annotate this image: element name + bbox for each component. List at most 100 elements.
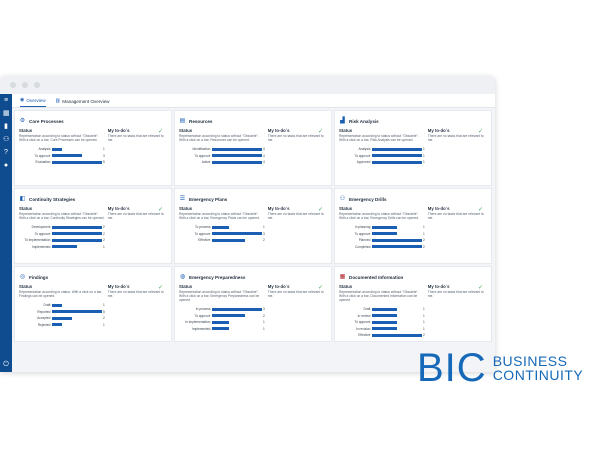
bar[interactable]	[372, 147, 422, 151]
bar-track	[52, 154, 101, 158]
bar[interactable]	[372, 333, 422, 337]
people-icon[interactable]: ⚇	[3, 136, 9, 143]
bar-row[interactable]: Implemented 1	[179, 326, 265, 333]
status-column: Status Representation according to status…	[339, 206, 428, 250]
bar[interactable]	[212, 327, 229, 331]
menu-icon[interactable]: ≡	[3, 97, 9, 104]
status-bar-chart: To process 1 To approve 3 Effective 2	[179, 224, 265, 244]
sidebar: ≡ ▦ ▮ ⚇ ? ● ⏻	[0, 94, 12, 372]
bar-row[interactable]: Completed 2	[339, 244, 425, 251]
bar-row[interactable]: Evaluation 5	[19, 159, 105, 166]
bar-row[interactable]: Approved 1	[339, 159, 425, 166]
bar[interactable]	[372, 314, 397, 318]
bar[interactable]	[52, 316, 73, 320]
bar-track	[52, 160, 102, 164]
bar-label: Effective	[358, 333, 371, 338]
bar[interactable]	[372, 238, 422, 242]
bar-label: Implemented	[191, 326, 211, 331]
bar[interactable]	[372, 320, 397, 324]
bar[interactable]	[52, 245, 77, 249]
bar-count: 1	[423, 160, 425, 165]
bar-track	[212, 327, 261, 331]
bar[interactable]	[52, 310, 102, 314]
power-icon[interactable]: ⏻	[3, 361, 9, 368]
card-body: Status Representation according to status…	[339, 128, 487, 166]
tab-management-overview[interactable]: ▥ Management Overview	[56, 98, 110, 107]
todo-text: There are no tasks that are relevant to …	[427, 290, 484, 298]
window-titlebar	[0, 76, 495, 94]
window-dot-maximize[interactable]	[34, 82, 40, 88]
bar-count: 3	[103, 153, 105, 158]
bar[interactable]	[52, 303, 63, 307]
card-header: ▟ Risk Analysis	[339, 117, 487, 125]
card-body: Status Representation according to status…	[19, 128, 167, 166]
bar-track	[212, 307, 262, 311]
card-title[interactable]: Core Processes	[29, 119, 64, 124]
chart-icon[interactable]: ▮	[3, 123, 9, 130]
bar-track	[372, 225, 421, 229]
bar[interactable]	[372, 232, 397, 236]
tab-overview[interactable]: ◉ Overview	[20, 97, 46, 107]
bar[interactable]	[212, 147, 262, 151]
bar-row[interactable]: Rejected 1	[19, 322, 105, 329]
bar[interactable]	[52, 232, 102, 236]
bar[interactable]	[52, 238, 102, 242]
bar[interactable]	[212, 314, 246, 318]
bar-label: In implementation	[185, 320, 211, 325]
grid-icon[interactable]: ▦	[3, 110, 10, 117]
bar-track	[212, 232, 262, 236]
bar-label: Completed	[355, 244, 371, 249]
bar[interactable]	[212, 320, 229, 324]
bar[interactable]	[212, 238, 246, 242]
card-title[interactable]: Emergency Plans	[189, 197, 227, 202]
bar[interactable]	[372, 160, 422, 164]
bar[interactable]	[52, 154, 82, 158]
user-icon[interactable]: ●	[3, 162, 9, 169]
bar[interactable]	[372, 307, 397, 311]
bar-label: Implemented	[31, 244, 51, 249]
card-title[interactable]: Continuity Strategies	[29, 197, 75, 202]
bar-count: 3	[263, 231, 265, 236]
bar[interactable]	[52, 160, 102, 164]
card-header: ⚇ Emergency Drills	[339, 195, 487, 203]
bar-row[interactable]: Implemented 1	[19, 244, 105, 251]
logo-bic: BIC	[417, 346, 487, 390]
bar[interactable]	[372, 327, 397, 331]
bar[interactable]	[212, 160, 262, 164]
status-column: Status Representation according to status…	[19, 206, 108, 250]
bar[interactable]	[372, 225, 397, 229]
bar[interactable]	[212, 232, 262, 236]
status-description: Representation according to status witho…	[179, 290, 260, 302]
card-title[interactable]: Documented Information	[349, 275, 403, 280]
card-title[interactable]: Risk Analysis	[349, 119, 379, 124]
bar[interactable]	[212, 154, 262, 158]
bar-row[interactable]: Effective 2	[339, 332, 425, 339]
bar[interactable]	[52, 323, 63, 327]
bar[interactable]	[212, 225, 229, 229]
bar-track	[372, 232, 421, 236]
app-window: ≡ ▦ ▮ ⚇ ? ● ⏻ ◉ Overview ▥ Management Ov…	[0, 76, 495, 372]
card-body: Status Representation according to status…	[179, 128, 327, 166]
card-title[interactable]: Findings	[29, 275, 48, 280]
bar-row[interactable]: Effective 2	[179, 237, 265, 244]
window-dot-close[interactable]	[10, 82, 16, 88]
bar[interactable]	[52, 147, 63, 151]
bar-row[interactable]: Active 4	[179, 159, 265, 166]
tab-label: Management Overview	[62, 98, 110, 104]
card-title[interactable]: Resources	[189, 119, 213, 124]
bar[interactable]	[372, 245, 422, 249]
bar[interactable]	[212, 307, 262, 311]
bar-label: Evaluation	[35, 160, 51, 165]
dashboard-grid: ⚙ Core Processes Status Representation acco…	[14, 110, 492, 372]
bar-track	[372, 314, 421, 318]
bar-label: In review	[357, 313, 371, 318]
bar-label: To approve	[34, 231, 51, 236]
bar[interactable]	[52, 225, 102, 229]
bar-count: 1	[423, 231, 425, 236]
card-title[interactable]: Emergency Preparedness	[189, 275, 245, 280]
card-title[interactable]: Emergency Drills	[349, 197, 387, 202]
window-dot-minimize[interactable]	[22, 82, 28, 88]
bar[interactable]	[372, 154, 422, 158]
status-label: Status	[19, 284, 33, 289]
help-icon[interactable]: ?	[3, 149, 9, 156]
